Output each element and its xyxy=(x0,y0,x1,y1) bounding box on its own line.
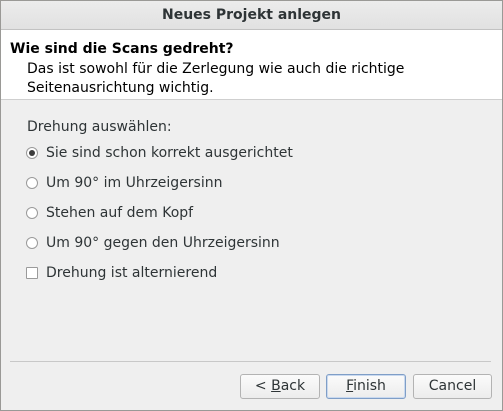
rotation-group-label: Drehung auswählen: xyxy=(27,119,172,135)
window-title: Neues Projekt anlegen xyxy=(161,7,342,23)
window-titlebar[interactable]: Neues Projekt anlegen xyxy=(1,1,502,30)
radio-option-90-cw[interactable]: Um 90° im Uhrzeigersinn xyxy=(26,173,223,193)
checkbox-box[interactable] xyxy=(26,267,38,279)
back-button[interactable]: < Back xyxy=(240,374,320,399)
radio-option-label: Sie sind schon korrekt ausgerichtet xyxy=(46,145,293,161)
wizard-header: Wie sind die Scans gedreht? Das ist sowo… xyxy=(1,30,502,100)
alternating-rotation-checkbox[interactable]: Drehung ist alternierend xyxy=(26,263,217,283)
radio-button-checked[interactable] xyxy=(26,147,38,159)
radio-option-upside-down[interactable]: Stehen auf dem Kopf xyxy=(26,203,193,223)
back-button-prefix: < xyxy=(254,378,272,394)
page-title: Wie sind die Scans gedreht? xyxy=(10,41,234,57)
radio-option-90-ccw[interactable]: Um 90° gegen den Uhrzeigersinn xyxy=(26,233,280,253)
wizard-content: Drehung auswählen: Sie sind schon korrek… xyxy=(1,100,502,355)
finish-button[interactable]: Finish xyxy=(326,374,406,399)
radio-option-label: Um 90° im Uhrzeigersinn xyxy=(46,175,223,191)
dialog-window: Neues Projekt anlegen Wie sind die Scans… xyxy=(0,0,503,411)
radio-button[interactable] xyxy=(26,207,38,219)
radio-option-label: Stehen auf dem Kopf xyxy=(46,205,194,221)
page-description: Das ist sowohl für die Zerlegung wie auc… xyxy=(27,61,405,96)
radio-button[interactable] xyxy=(26,237,38,249)
radio-option-label: Um 90° gegen den Uhrzeigersinn xyxy=(46,235,280,251)
cancel-button-label: Cancel xyxy=(428,378,477,394)
back-button-mnemonic: B xyxy=(271,378,281,394)
radio-button[interactable] xyxy=(26,177,38,189)
cancel-button[interactable]: Cancel xyxy=(413,374,492,399)
back-button-label-rest: ack xyxy=(280,378,306,394)
radio-option-correct[interactable]: Sie sind schon korrekt ausgerichtet xyxy=(26,143,293,163)
finish-button-label-rest: inish xyxy=(353,378,386,394)
button-separator xyxy=(10,361,491,362)
checkbox-label: Drehung ist alternierend xyxy=(46,265,218,281)
